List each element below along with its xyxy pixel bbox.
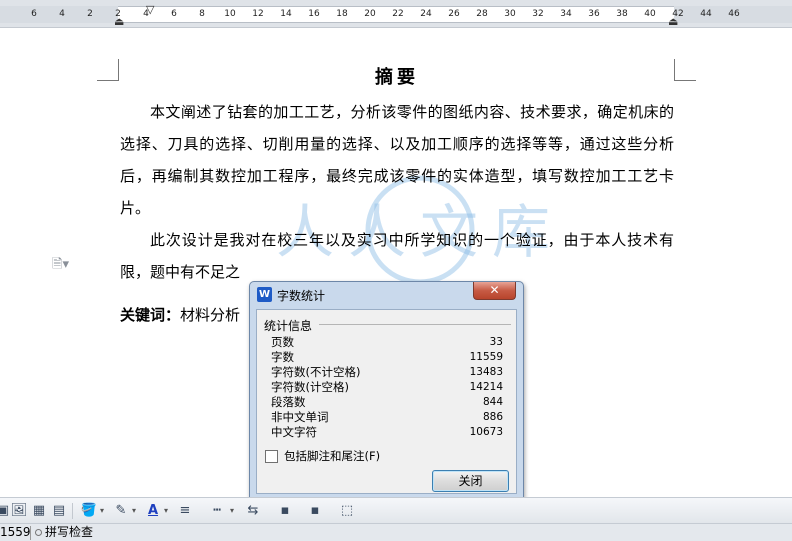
wps-writer-icon: W xyxy=(257,287,272,302)
arrow-style-icon[interactable]: ⇆ xyxy=(244,502,262,520)
ruler-number: 16 xyxy=(308,9,320,19)
first-line-indent-marker[interactable]: ▽ xyxy=(146,4,154,15)
status-bar: 1559 拼写检查 xyxy=(0,523,792,541)
drawing-toolbar: ▣ 🖼 ▦ ▤ 🪣 ▾ ✎ ▾ A ▾ ≡ ┅ ▾ ⇆ ▪ ▪ ⬚ xyxy=(0,497,792,523)
ruler-number: 6 xyxy=(171,9,177,19)
stat-row: 字数 11559 xyxy=(271,350,503,365)
insert-image-icon[interactable]: 🖼 xyxy=(10,502,28,520)
ruler-number: 22 xyxy=(392,9,404,19)
spell-check-icon xyxy=(35,529,42,536)
ruler-number: 38 xyxy=(616,9,628,19)
stat-label: 字符数(不计空格) xyxy=(271,365,361,379)
stat-row: 字符数(计空格) 14214 xyxy=(271,380,503,395)
margin-corner-top-right xyxy=(674,59,696,81)
ruler-number: 28 xyxy=(476,9,488,19)
toolbar-separator xyxy=(72,503,73,519)
stat-value: 10673 xyxy=(469,426,503,438)
dialog-titlebar[interactable]: W 字数统计 ✕ xyxy=(250,282,523,306)
include-footnotes-checkbox[interactable] xyxy=(265,449,278,463)
keywords-label: 关键词： xyxy=(120,306,181,324)
insert-chart-icon[interactable]: ▤ xyxy=(50,502,68,520)
font-color-icon[interactable]: A xyxy=(144,502,162,520)
stat-row: 页数 33 xyxy=(271,335,503,350)
ruler-number: 40 xyxy=(644,9,656,19)
stat-value: 14214 xyxy=(469,381,503,393)
ruler-number: 20 xyxy=(364,9,376,19)
margin-corner-top-left xyxy=(97,59,119,81)
paragraph-2: 此次设计是我对在校三年以及实习中所学知识的一个验证，由于本人技术有限，题中有不足… xyxy=(120,231,674,281)
ruler-number: 32 xyxy=(532,9,544,19)
ruler-number: 6 xyxy=(31,9,37,19)
word-count-dialog: W 字数统计 ✕ 统计信息 页数 33 字数 11559 字符数(不计空格) 1348… xyxy=(249,281,524,499)
3d-style-icon[interactable]: ▪ xyxy=(306,502,324,520)
stat-label: 中文字符 xyxy=(271,425,317,439)
status-separator xyxy=(30,526,31,540)
document-body[interactable]: 本文阐述了钻套的加工工艺，分析该零件的图纸内容、技术要求，确定机床的选择、刀具的… xyxy=(120,96,674,288)
shadow-style-icon[interactable]: ▪ xyxy=(276,502,294,520)
ruler-number: 24 xyxy=(420,9,432,19)
dialog-content: 统计信息 页数 33 字数 11559 字符数(不计空格) 13483 字符数(计空格… xyxy=(256,309,517,494)
dialog-title: 字数统计 xyxy=(277,289,326,303)
stat-value: 886 xyxy=(482,411,503,423)
keywords-value: 材料分析 xyxy=(180,306,241,324)
paragraph-1: 本文阐述了钻套的加工工艺，分析该零件的图纸内容、技术要求，确定机床的选择、刀具的… xyxy=(120,103,674,217)
select-objects-icon[interactable]: ⬚ xyxy=(338,502,356,520)
close-button[interactable]: 关闭 xyxy=(432,470,509,492)
ruler-number: 36 xyxy=(588,9,600,19)
ruler-number: 2 xyxy=(87,9,93,19)
document-title: 摘要 xyxy=(375,67,419,88)
insert-clipart-icon[interactable]: ▦ xyxy=(30,502,48,520)
status-word-count[interactable]: 1559 xyxy=(0,524,31,541)
ruler-number: 46 xyxy=(728,9,740,19)
stat-label: 段落数 xyxy=(271,395,306,409)
left-indent-marker[interactable]: ⏏ xyxy=(114,16,124,27)
stat-row: 非中文单词 886 xyxy=(271,410,503,425)
group-divider xyxy=(319,324,511,325)
ruler-number: 18 xyxy=(336,9,348,19)
stat-row: 段落数 844 xyxy=(271,395,503,410)
stat-value: 13483 xyxy=(469,366,503,378)
stat-row: 字符数(不计空格) 13483 xyxy=(271,365,503,380)
ruler-number: 44 xyxy=(700,9,712,19)
stat-row: 中文字符 10673 xyxy=(271,425,503,440)
include-footnotes-label[interactable]: 包括脚注和尾注(F) xyxy=(284,448,380,464)
chevron-down-icon[interactable]: ▾ xyxy=(164,502,168,520)
ruler-number: 4 xyxy=(59,9,65,19)
chevron-down-icon[interactable]: ▾ xyxy=(230,502,234,520)
spell-check-toggle[interactable]: 拼写检查 xyxy=(35,524,93,541)
stat-value: 11559 xyxy=(469,351,503,363)
close-icon[interactable]: ✕ xyxy=(473,282,516,300)
line-color-icon[interactable]: ✎ xyxy=(112,502,130,520)
spell-check-label: 拼写检查 xyxy=(45,525,94,539)
ruler-number: 14 xyxy=(280,9,292,19)
right-indent-marker[interactable]: ⏏ xyxy=(668,16,678,27)
paragraph-layout-icon[interactable]: 🗎▾ xyxy=(52,255,69,277)
footnotes-option[interactable]: 包括脚注和尾注(F) xyxy=(265,448,380,464)
dash-style-icon[interactable]: ┅ xyxy=(208,502,226,520)
ruler-number: 8 xyxy=(199,9,205,19)
stat-label: 页数 xyxy=(271,335,294,349)
stat-label: 字符数(计空格) xyxy=(271,380,349,394)
fill-color-icon[interactable]: 🪣 xyxy=(80,502,98,520)
ruler-number: 34 xyxy=(560,9,572,19)
ruler-number: 10 xyxy=(224,9,236,19)
stat-label: 非中文单词 xyxy=(271,410,329,424)
stats-list: 页数 33 字数 11559 字符数(不计空格) 13483 字符数(计空格) 1421… xyxy=(271,335,503,440)
keywords-line: 关键词：材料分析 xyxy=(120,303,240,327)
stat-label: 字数 xyxy=(271,350,294,364)
horizontal-ruler[interactable]: 6 4 2 2 4 6 8 10 12 14 16 18 20 22 24 26 28 30 32 34 36 38 40 4… xyxy=(0,0,792,28)
ruler-number: 12 xyxy=(252,9,264,19)
chevron-down-icon[interactable]: ▾ xyxy=(132,502,136,520)
stats-group-label: 统计信息 xyxy=(264,319,313,333)
line-style-icon[interactable]: ≡ xyxy=(176,502,194,520)
ruler-number: 26 xyxy=(448,9,460,19)
stat-value: 33 xyxy=(489,336,503,348)
stat-value: 844 xyxy=(482,396,503,408)
chevron-down-icon[interactable]: ▾ xyxy=(100,502,104,520)
ruler-number: 30 xyxy=(504,9,516,19)
